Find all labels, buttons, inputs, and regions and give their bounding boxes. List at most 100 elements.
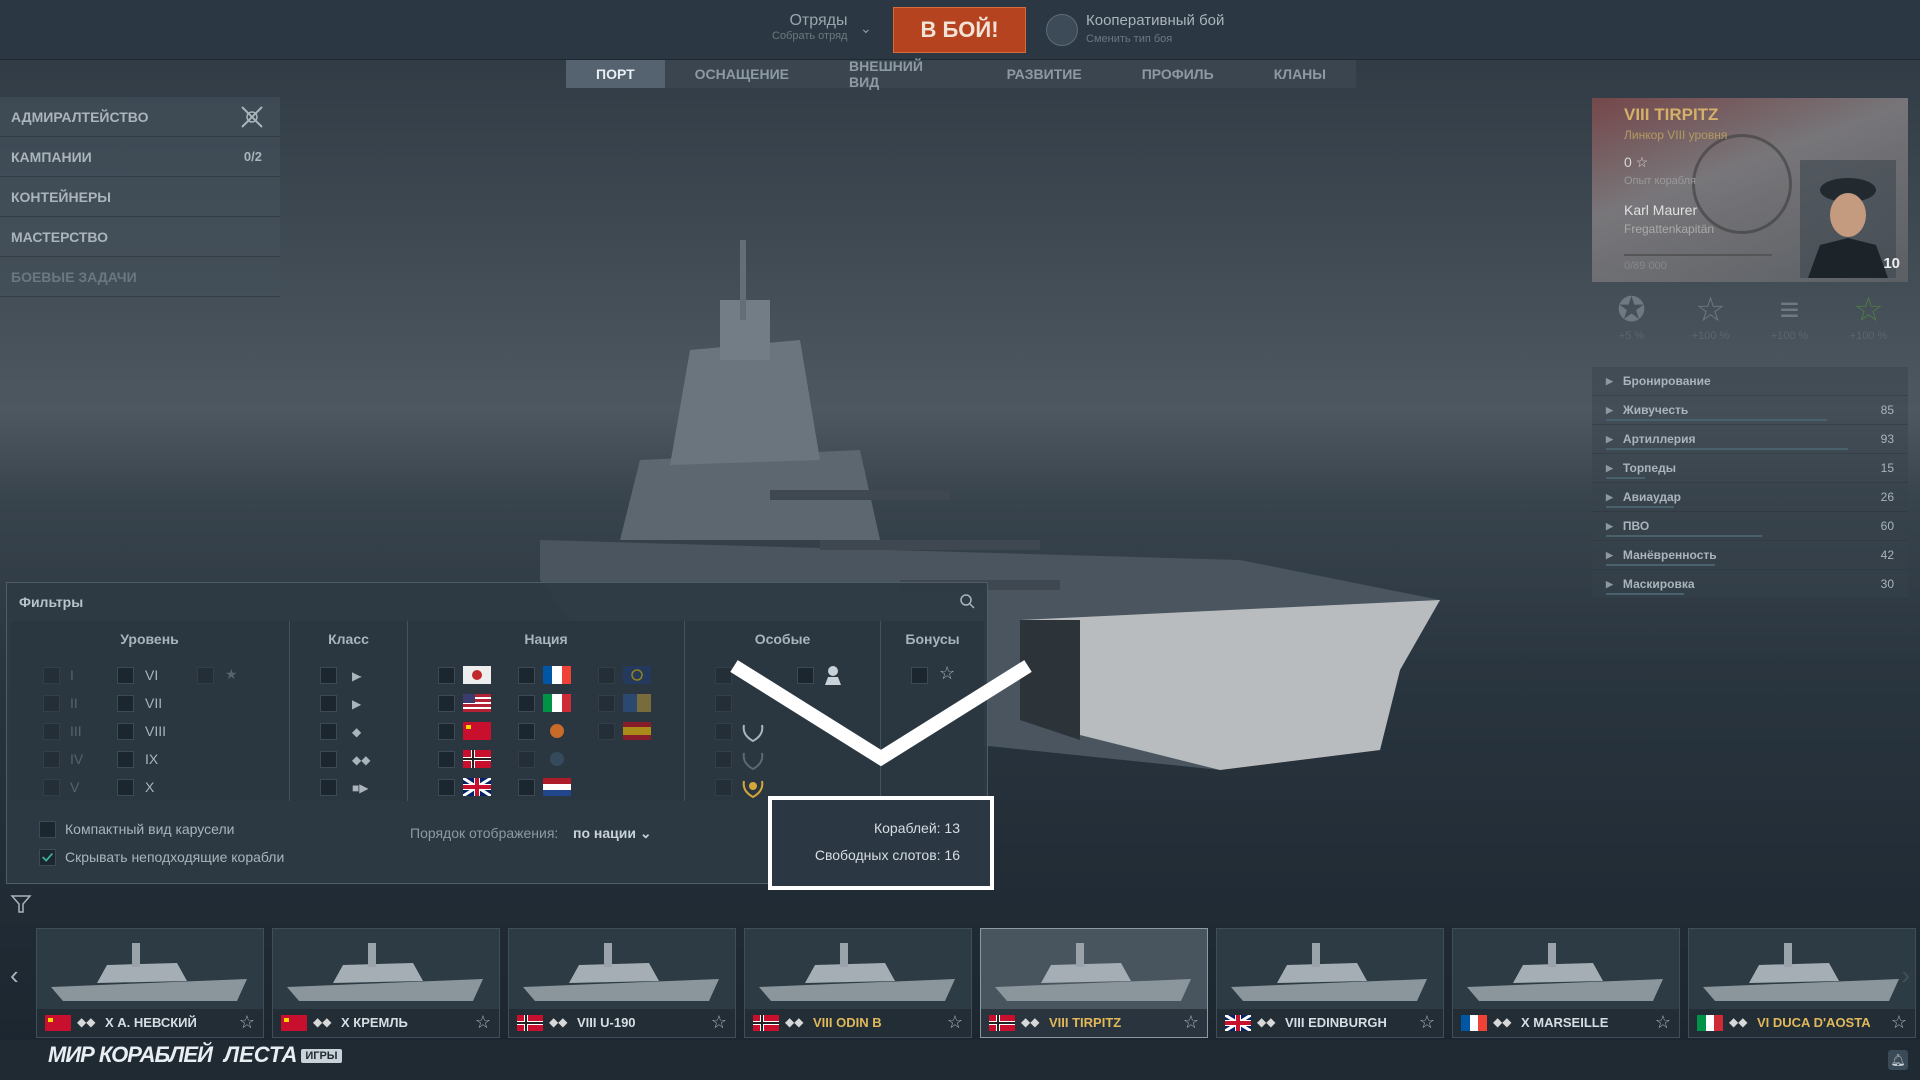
tier-checkbox[interactable]	[43, 779, 60, 796]
search-icon[interactable]	[959, 593, 975, 609]
sort-order-dropdown[interactable]: по нации ⌄	[573, 825, 652, 842]
chevron-down-icon[interactable]: ⌄	[860, 20, 872, 37]
star-icon[interactable]: ☆	[1183, 1012, 1199, 1033]
star-icon[interactable]: ☆	[1891, 1012, 1907, 1033]
ship-card[interactable]: ◆◆ X А. НЕВСКИЙ ☆	[36, 928, 264, 1038]
class-checkbox[interactable]	[320, 723, 337, 740]
pan-america-flag-icon	[623, 694, 651, 712]
special-checkbox[interactable]	[715, 779, 732, 796]
tier-checkbox[interactable]	[197, 667, 214, 684]
star-icon[interactable]: ☆	[239, 1012, 255, 1033]
notification-bell-icon[interactable]: 🔔︎	[1888, 1050, 1908, 1070]
nation-checkbox[interactable]	[438, 779, 455, 796]
spain-flag-icon	[623, 722, 651, 740]
nation-checkbox[interactable]	[438, 723, 455, 740]
ship-card[interactable]: ◆◆ X MARSEILLE ☆	[1452, 928, 1680, 1038]
nation-checkbox[interactable]	[518, 751, 535, 768]
tier-checkbox[interactable]	[43, 723, 60, 740]
tier-checkbox[interactable]	[43, 667, 60, 684]
nation-checkbox[interactable]	[598, 695, 615, 712]
tab-port[interactable]: ПОРТ	[566, 60, 665, 88]
star-icon[interactable]: ☆	[1419, 1012, 1435, 1033]
hide-unsuitable-checkbox[interactable]	[39, 849, 56, 866]
class-checkbox[interactable]	[320, 695, 337, 712]
bonus-item[interactable]: ✪ +5 %	[1602, 290, 1662, 358]
star-icon[interactable]: ☆	[947, 1012, 963, 1033]
ship-card[interactable]: ◆◆ VI DUCA D'AOSTA ☆	[1688, 928, 1916, 1038]
tab-appearance[interactable]: ВНЕШНИЙ ВИД	[819, 58, 977, 90]
squad-button[interactable]: Отряды Собрать отряд	[772, 12, 847, 42]
medal-icon: ✪	[1617, 291, 1646, 329]
ship-card[interactable]: ◆◆ VIII U-190 ☆	[508, 928, 736, 1038]
nation-checkbox[interactable]	[518, 723, 535, 740]
nation-checkbox[interactable]	[518, 695, 535, 712]
class-checkbox[interactable]	[320, 751, 337, 768]
tier-checkbox[interactable]	[43, 695, 60, 712]
ship-card[interactable]: ◆◆ VIII ODIN B ☆	[744, 928, 972, 1038]
menu-item-campaigns[interactable]: КАМПАНИИ 0/2	[0, 137, 280, 177]
stat-value: 85	[1880, 403, 1894, 417]
tab-development[interactable]: РАЗВИТИЕ	[977, 60, 1112, 88]
menu-item-mastery[interactable]: МАСТЕРСТВО	[0, 217, 280, 257]
commander-portrait[interactable]	[1800, 160, 1896, 278]
bonus-item[interactable]: ☆ +100 %	[1839, 290, 1899, 358]
tier-checkbox[interactable]	[117, 667, 134, 684]
nation-checkbox[interactable]	[598, 723, 615, 740]
iron-cross-emblem	[1692, 134, 1792, 234]
menu-item-combat-missions[interactable]: БОЕВЫЕ ЗАДАЧИ	[0, 257, 280, 297]
stat-value: 93	[1880, 432, 1894, 446]
class-checkbox[interactable]	[320, 667, 337, 684]
tier-checkbox[interactable]	[43, 751, 60, 768]
tier-checkbox[interactable]	[117, 779, 134, 796]
commander-xp-bar	[1624, 254, 1772, 256]
star-icon[interactable]: ☆	[1655, 1012, 1671, 1033]
tab-equipment[interactable]: ОСНАЩЕНИЕ	[665, 60, 819, 88]
ship-info-card[interactable]: VIII TIRPITZ Линкор VIII уровня 0 ☆ Опыт…	[1592, 98, 1908, 282]
stat-airstrike[interactable]: ▶ Авиаудар 26	[1592, 483, 1908, 512]
class-checkbox[interactable]	[320, 779, 337, 796]
cruiser-class-icon: ◆	[352, 725, 362, 739]
stat-artillery[interactable]: ▶ Артиллерия 93	[1592, 425, 1908, 454]
bonus-item[interactable]: ☆ +100 %	[1681, 290, 1741, 358]
carousel-prev-icon[interactable]: ‹	[10, 960, 19, 991]
tab-profile[interactable]: ПРОФИЛЬ	[1112, 60, 1244, 88]
star-icon[interactable]: ☆	[475, 1012, 491, 1033]
stat-aa-defense[interactable]: ▶ ПВО 60	[1592, 512, 1908, 541]
stat-concealment[interactable]: ▶ Маскировка 30	[1592, 570, 1908, 599]
uk-flag-icon	[463, 778, 491, 796]
nation-checkbox[interactable]	[518, 779, 535, 796]
campaigns-count: 0/2	[243, 149, 262, 164]
nation-checkbox[interactable]	[598, 667, 615, 684]
battle-button[interactable]: В БОЙ!	[893, 7, 1026, 53]
nation-checkbox[interactable]	[438, 695, 455, 712]
stat-maneuverability[interactable]: ▶ Манёвренность 42	[1592, 541, 1908, 570]
compact-view-checkbox[interactable]	[39, 821, 56, 838]
mir-korabley-logo: МИР КОРАБЛЕЙ	[48, 1042, 213, 1067]
nation-checkbox[interactable]	[438, 667, 455, 684]
expand-arrow-icon: ▶	[1606, 433, 1613, 444]
nation-checkbox[interactable]	[518, 667, 535, 684]
tier-checkbox[interactable]	[117, 695, 134, 712]
ship-card[interactable]: ◆◆ X КРЕМЛЬ ☆	[272, 928, 500, 1038]
coop-mode-icon	[1046, 14, 1078, 46]
ship-card-name: VIII U-190	[577, 1015, 636, 1030]
stat-bar	[1606, 535, 1762, 537]
ship-class-icon: ◆◆	[549, 1015, 568, 1029]
stat-armor[interactable]: ▶ Бронирование	[1592, 367, 1908, 396]
ship-card[interactable]: ◆◆ VIII TIRPITZ ☆	[980, 928, 1208, 1038]
stat-torpedoes[interactable]: ▶ Торпеды 15	[1592, 454, 1908, 483]
tier-checkbox[interactable]	[117, 723, 134, 740]
tab-clans[interactable]: КЛАНЫ	[1244, 60, 1356, 88]
menu-item-admiralty[interactable]: АДМИРАЛТЕЙСТВО	[0, 97, 280, 137]
ship-card-name: VIII EDINBURGH	[1285, 1015, 1387, 1030]
menu-item-label: КОНТЕЙНЕРЫ	[11, 188, 111, 205]
menu-item-containers[interactable]: КОНТЕЙНЕРЫ	[0, 177, 280, 217]
bonus-item[interactable]: ≡ +100 %	[1760, 290, 1820, 358]
star-icon[interactable]: ☆	[711, 1012, 727, 1033]
stat-label: Авиаудар	[1622, 490, 1682, 504]
filter-funnel-icon[interactable]	[10, 893, 32, 915]
nation-checkbox[interactable]	[438, 751, 455, 768]
tier-checkbox[interactable]	[117, 751, 134, 768]
stat-survivability[interactable]: ▶ Живучесть 85	[1592, 396, 1908, 425]
ship-card[interactable]: ◆◆ VIII EDINBURGH ☆	[1216, 928, 1444, 1038]
